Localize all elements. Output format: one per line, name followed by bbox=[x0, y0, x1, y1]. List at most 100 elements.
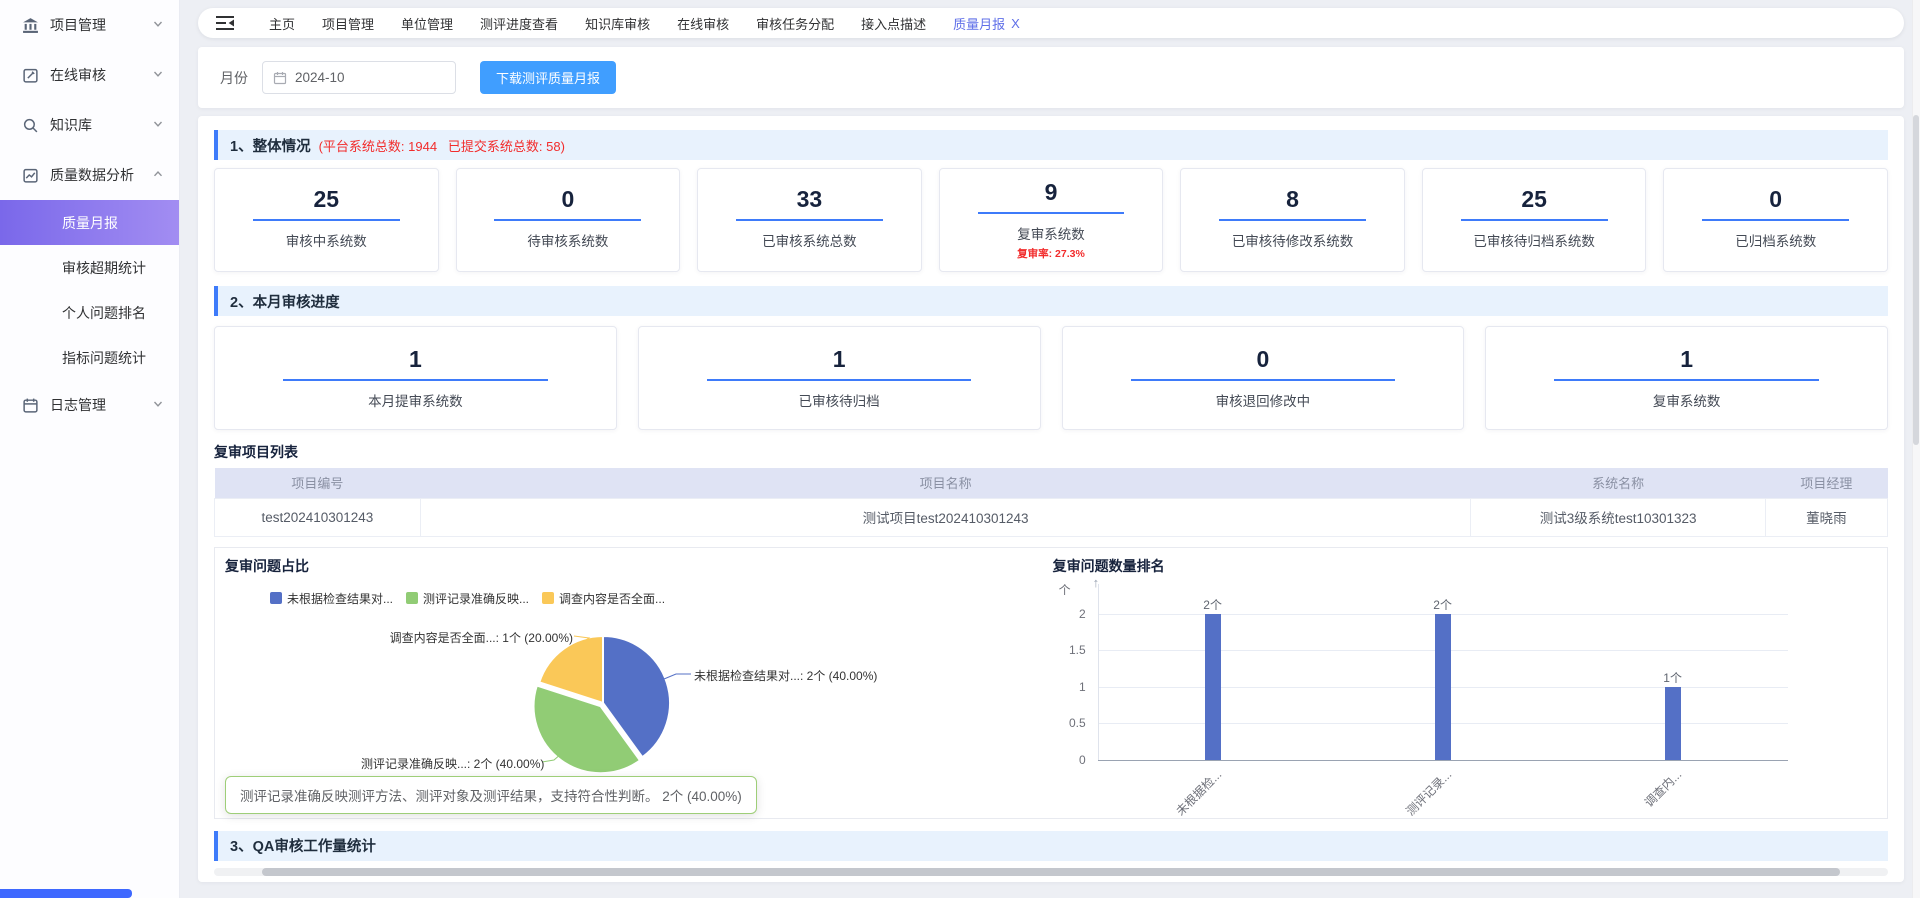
app-root: { "sidebar": { "menu": [ { "label": "项目管… bbox=[0, 0, 1920, 898]
filter-panel: 月份 下载测评质量月报 bbox=[198, 47, 1904, 108]
bar-2 bbox=[1665, 687, 1681, 760]
stat-value: 1 bbox=[409, 347, 422, 371]
col-manager: 项目经理 bbox=[1765, 468, 1887, 498]
nav-tab-access-point[interactable]: 接入点描述 bbox=[861, 14, 926, 33]
stat-underline bbox=[978, 212, 1125, 214]
y-axis-unit: 个 bbox=[1059, 581, 1071, 598]
sidebar-item-label: 日志管理 bbox=[50, 395, 153, 415]
section-2-title: 2、本月审核进度 bbox=[230, 291, 340, 312]
sidebar: 项目管理 在线审核 知识库 质量数据分析 质量月报 审核超期统计 个人问题排名 … bbox=[0, 0, 180, 898]
stat-label: 已审核系统总数 bbox=[762, 230, 857, 250]
stat-card-reviewing: 25 审核中系统数 bbox=[214, 168, 439, 272]
pie-chart-re-review-issues: 复审问题占比 未根据检查结果对... 测评记录准确反映... 调查内容是否全面.… bbox=[215, 548, 1043, 818]
sidebar-subitem-review-overdue-stats[interactable]: 审核超期统计 bbox=[0, 245, 179, 290]
stat-card-to-modify: 8 已审核待修改系统数 bbox=[1180, 168, 1405, 272]
nav-tab-progress-view[interactable]: 测评进度查看 bbox=[480, 14, 558, 33]
stat-value: 9 bbox=[1045, 180, 1058, 204]
legend-item[interactable]: 未根据检查结果对... bbox=[270, 590, 393, 607]
legend-item[interactable]: 测评记录准确反映... bbox=[406, 590, 529, 607]
pie-label-survey-coverage: 调查内容是否全面...: 1个 (20.00%) bbox=[345, 629, 573, 646]
sidebar-scroll-thumb[interactable] bbox=[0, 889, 132, 898]
nav-tab-knowledge-review[interactable]: 知识库审核 bbox=[585, 14, 650, 33]
stat-underline bbox=[1461, 219, 1608, 221]
stat-underline bbox=[736, 219, 883, 221]
sidebar-item-label: 项目管理 bbox=[50, 15, 153, 35]
y-axis-tick-label: 0 bbox=[1043, 753, 1086, 767]
stat-underline bbox=[707, 379, 971, 381]
stat-underline bbox=[1219, 219, 1366, 221]
stat-label: 已归档系统数 bbox=[1735, 230, 1816, 250]
sidebar-item-log-management[interactable]: 日志管理 bbox=[0, 380, 179, 430]
chevron-down-icon bbox=[153, 396, 163, 414]
sidebar-subitem-indicator-issue-stats[interactable]: 指标问题统计 bbox=[0, 335, 179, 380]
month-label: 月份 bbox=[220, 68, 248, 88]
stat-sub-re-review-rate: 复审率: 27.3% bbox=[1017, 246, 1085, 261]
cell-system-name: 测试3级系统test10301323 bbox=[1471, 498, 1765, 536]
table-header: 项目编号 项目名称 系统名称 项目经理 bbox=[215, 468, 1888, 498]
nav-tab-task-assignment[interactable]: 审核任务分配 bbox=[756, 14, 834, 33]
nav-tab-home[interactable]: 主页 bbox=[269, 14, 295, 33]
section-3-title: 3、QA审核工作量统计 bbox=[230, 835, 376, 856]
sidebar-item-quality-analysis[interactable]: 质量数据分析 bbox=[0, 150, 179, 200]
collapse-menu-icon[interactable] bbox=[216, 16, 234, 30]
tab-close-icon[interactable]: X bbox=[1011, 16, 1020, 31]
stat-value: 25 bbox=[313, 187, 339, 211]
sidebar-item-online-review[interactable]: 在线审核 bbox=[0, 50, 179, 100]
stat-label: 本月提审系统数 bbox=[368, 390, 463, 410]
bar-plot-area: 个 ↑ 00.511.522个未根据检...2个测评记录...1个调查内... bbox=[1043, 548, 1887, 818]
month-input[interactable] bbox=[295, 70, 445, 85]
bar-value-label: 1个 bbox=[1653, 669, 1693, 686]
stat-card-re-review: 9 复审系统数复审率: 27.3% bbox=[939, 168, 1164, 272]
sidebar-subitem-quality-monthly-report[interactable]: 质量月报 bbox=[0, 200, 179, 245]
legend-item[interactable]: 调查内容是否全面... bbox=[542, 590, 665, 607]
cell-project-no: test202410301243 bbox=[215, 498, 421, 536]
section-1-header: 1、整体情况 (平台系统总数: 1944 已提交系统总数: 58) bbox=[214, 130, 1888, 160]
stat-value: 1 bbox=[833, 347, 846, 371]
stat-value: 25 bbox=[1521, 187, 1547, 211]
main-area: 主页 项目管理 单位管理 测评进度查看 知识库审核 在线审核 审核任务分配 接入… bbox=[188, 0, 1920, 898]
pie-label-not-per-check-result: 未根据检查结果对...: 2个 (40.00%) bbox=[694, 667, 877, 684]
vertical-scrollbar-thumb[interactable] bbox=[1913, 115, 1919, 445]
stat-underline bbox=[253, 219, 400, 221]
stat-value: 0 bbox=[561, 187, 574, 211]
stat-value: 0 bbox=[1769, 187, 1782, 211]
sidebar-item-knowledge-base[interactable]: 知识库 bbox=[0, 100, 179, 150]
nav-tab-project-management[interactable]: 项目管理 bbox=[322, 14, 374, 33]
horizontal-scrollbar-thumb[interactable] bbox=[262, 868, 1840, 876]
x-axis-category-label: 调查内... bbox=[1640, 766, 1685, 811]
sidebar-subitem-personal-issue-ranking[interactable]: 个人问题排名 bbox=[0, 290, 179, 335]
y-axis-tick-label: 2 bbox=[1043, 607, 1086, 621]
stat-underline bbox=[1702, 219, 1849, 221]
bar-1 bbox=[1435, 614, 1451, 760]
legend-label: 未根据检查结果对... bbox=[287, 590, 393, 607]
legend-marker bbox=[406, 592, 418, 604]
charts-row: 复审问题占比 未根据检查结果对... 测评记录准确反映... 调查内容是否全面.… bbox=[214, 547, 1888, 819]
stat-card-month-returned: 0 审核退回修改中 bbox=[1062, 326, 1465, 430]
col-system-name: 系统名称 bbox=[1471, 468, 1765, 498]
bar-chart-issue-ranking: 复审问题数量排名 个 ↑ 00.511.522个未根据检...2个测评记录...… bbox=[1043, 548, 1887, 818]
nav-tab-quality-report-active[interactable]: 质量月报 X bbox=[953, 14, 1020, 33]
stat-value: 1 bbox=[1680, 347, 1693, 371]
stat-card-month-to-archive: 1 已审核待归档 bbox=[638, 326, 1041, 430]
nav-tab-online-review[interactable]: 在线审核 bbox=[677, 14, 729, 33]
cell-manager: 董晓雨 bbox=[1765, 498, 1887, 536]
legend-marker bbox=[542, 592, 554, 604]
legend-label: 测评记录准确反映... bbox=[423, 590, 529, 607]
stat-underline bbox=[283, 379, 547, 381]
pie-graphic[interactable] bbox=[533, 633, 673, 773]
download-monthly-report-button[interactable]: 下载测评质量月报 bbox=[480, 61, 616, 94]
stat-value: 33 bbox=[797, 187, 823, 211]
bar-value-label: 2个 bbox=[1423, 596, 1463, 613]
bar-0 bbox=[1205, 614, 1221, 760]
nav-tab-unit-management[interactable]: 单位管理 bbox=[401, 14, 453, 33]
sidebar-item-project-management[interactable]: 项目管理 bbox=[0, 0, 179, 50]
stat-card-month-submitted: 1 本月提审系统数 bbox=[214, 326, 617, 430]
y-axis-tick-label: 0.5 bbox=[1043, 716, 1086, 730]
legend-label: 调查内容是否全面... bbox=[559, 590, 665, 607]
stat-value: 0 bbox=[1256, 347, 1269, 371]
stat-label: 已审核待修改系统数 bbox=[1232, 230, 1354, 250]
x-axis-category-label: 测评记录... bbox=[1402, 766, 1455, 819]
sidebar-item-label: 在线审核 bbox=[50, 65, 153, 85]
month-cards-row: 1 本月提审系统数 1 已审核待归档 0 审核退回修改中 1 复审系统数 bbox=[214, 326, 1888, 430]
month-picker[interactable] bbox=[262, 61, 456, 94]
